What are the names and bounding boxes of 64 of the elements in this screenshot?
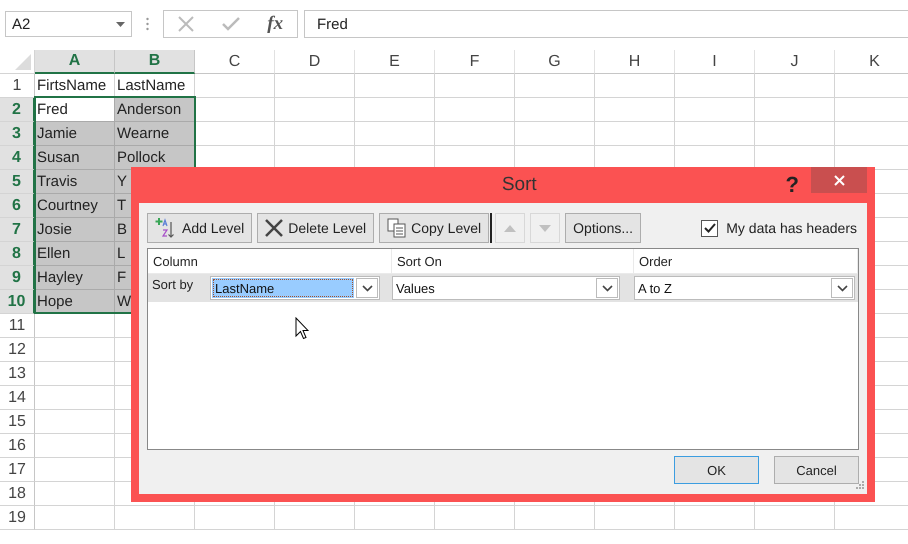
dialog-button[interactable]: OK (674, 456, 759, 484)
table-cell: Hope (35, 290, 115, 314)
column-header[interactable]: B (115, 50, 195, 74)
row-header[interactable]: 4 (0, 146, 35, 170)
x-icon (265, 219, 284, 237)
row-header[interactable]: 10 (0, 290, 35, 314)
formula-field[interactable]: Fred (304, 10, 908, 38)
checkbox[interactable] (701, 220, 718, 236)
sort-add-icon (155, 217, 177, 239)
resize-grip-icon[interactable] (856, 481, 865, 490)
toolbar-button[interactable]: Copy Level (379, 213, 490, 243)
table-cell: Courtney (35, 194, 115, 218)
column-header[interactable]: E (355, 50, 435, 74)
column-header[interactable]: D (275, 50, 355, 74)
copy-icon (387, 218, 406, 238)
window-title: Sort (500, 174, 538, 196)
table-cell: Jamie (35, 122, 115, 146)
column-header[interactable]: F (435, 50, 515, 74)
table-cell: Hayley (35, 266, 115, 290)
row-header[interactable]: 8 (0, 242, 35, 266)
close-button[interactable] (811, 167, 867, 193)
row-header[interactable]: 7 (0, 218, 35, 242)
toolbar-button[interactable]: Options... (565, 213, 642, 243)
toolbar-button[interactable]: Add Level (147, 213, 252, 243)
checkbox-label: My data has headers (726, 220, 857, 236)
help-button[interactable]: ? (786, 172, 799, 198)
column-header[interactable]: A (35, 50, 115, 74)
row-header[interactable]: 9 (0, 266, 35, 290)
level-label: Sort by (151, 276, 194, 292)
table-cell: Susan (35, 146, 115, 170)
dropdown[interactable]: Values (392, 276, 620, 300)
dropdown[interactable]: A to Z (634, 276, 855, 300)
column-header[interactable]: G (515, 50, 595, 74)
column-header[interactable]: I (675, 50, 755, 74)
chevron-down-icon (362, 284, 372, 292)
dropdown[interactable]: LastName (210, 276, 380, 300)
insert-function-button[interactable]: fx (267, 13, 284, 35)
dialog-button[interactable]: Cancel (774, 456, 859, 484)
more-icon (146, 17, 149, 31)
triangle-down-icon (539, 224, 552, 232)
table-cell: Josie (35, 218, 115, 242)
column-header[interactable]: H (595, 50, 675, 74)
triangle-up-icon (504, 224, 516, 232)
row-header[interactable]: 5 (0, 170, 35, 194)
table-cell: Travis (35, 170, 115, 194)
select-all-icon[interactable] (15, 54, 31, 70)
table-cell: Ellen (35, 242, 115, 266)
row-header[interactable]: 3 (0, 122, 35, 146)
cancel-icon[interactable] (178, 16, 194, 32)
name-box[interactable]: A2 (5, 11, 132, 37)
chevron-down-icon (602, 284, 612, 292)
row-header[interactable]: 6 (0, 194, 35, 218)
column-header[interactable]: J (755, 50, 835, 74)
table-cell: Anderson (115, 98, 195, 122)
table-cell: Fred (35, 98, 115, 122)
chevron-down-icon (836, 284, 848, 292)
dropdown-caret-icon (116, 22, 125, 26)
row-header[interactable]: 2 (0, 98, 35, 122)
toolbar-button[interactable]: Delete Level (257, 213, 374, 243)
table-cell: Wearne (115, 122, 195, 146)
column-header[interactable]: C (195, 50, 275, 74)
mouse-pointer-icon (295, 317, 309, 341)
check-icon[interactable] (222, 17, 240, 31)
close-icon (834, 174, 844, 186)
